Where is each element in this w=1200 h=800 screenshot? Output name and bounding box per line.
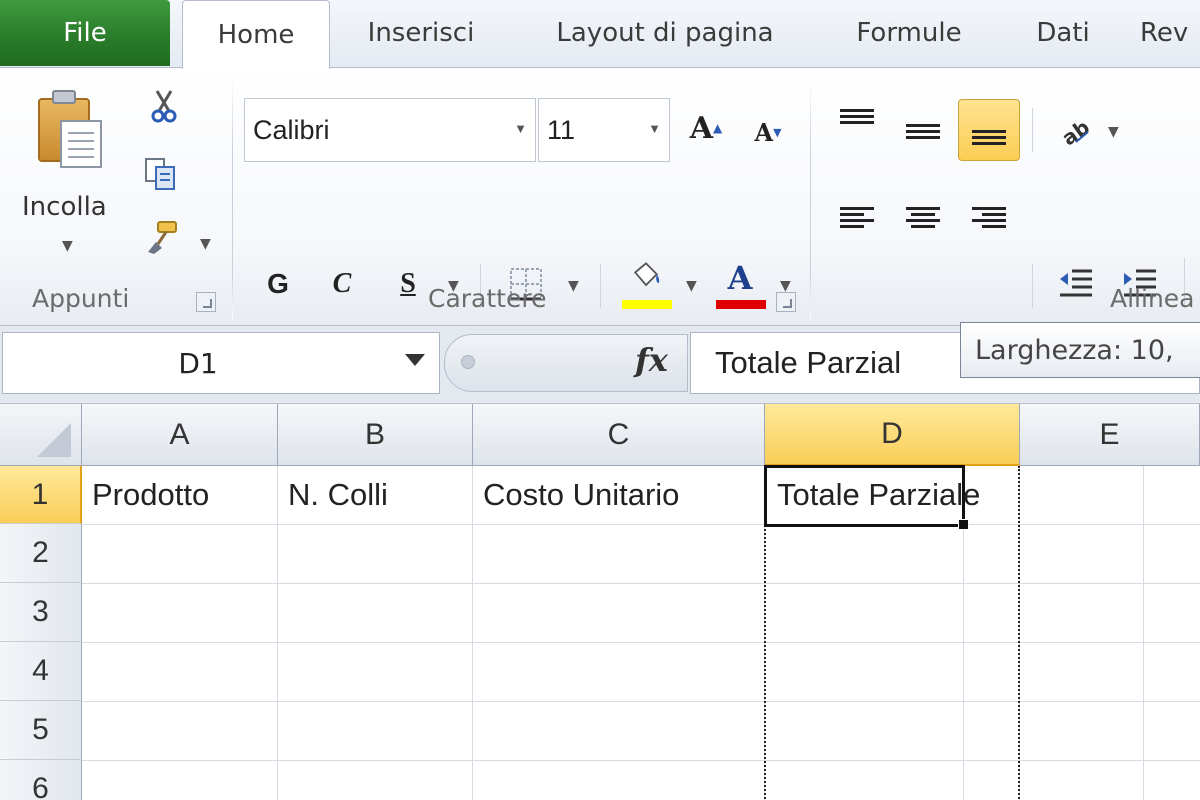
gridline xyxy=(82,642,1200,643)
underline-button[interactable]: S xyxy=(388,264,428,304)
formula-controls: fx xyxy=(444,334,688,392)
separator xyxy=(1032,264,1033,308)
clipboard-launcher-icon[interactable] xyxy=(196,292,216,312)
expand-handle-icon[interactable] xyxy=(461,355,475,369)
column-header-e[interactable]: E xyxy=(1020,404,1200,466)
font-name-dropdown-icon[interactable]: ▼ xyxy=(514,121,527,136)
name-box-value: D1 xyxy=(178,346,218,380)
shrink-font-button[interactable]: A ▼ xyxy=(748,112,788,152)
borders-dropdown-icon[interactable]: ▼ xyxy=(568,278,579,294)
copy-dropdown-icon[interactable]: ▼ xyxy=(200,236,211,252)
row-header-3[interactable]: 3 xyxy=(0,583,82,642)
tab-file[interactable]: File xyxy=(0,0,170,66)
decrease-indent-icon[interactable] xyxy=(1058,264,1094,300)
tab-insert[interactable]: Inserisci xyxy=(346,0,496,66)
row-header-6[interactable]: 6 xyxy=(0,760,82,800)
gridline xyxy=(82,524,1200,525)
font-group-label: Carattere xyxy=(428,284,547,313)
cell-a1[interactable]: Prodotto xyxy=(82,466,278,524)
cell-c1[interactable]: Costo Unitario xyxy=(473,466,765,524)
tab-data[interactable]: Dati xyxy=(1020,0,1106,66)
paste-dropdown-icon[interactable]: ▼ xyxy=(62,238,73,254)
clipboard-group-label: Appunti xyxy=(32,284,130,313)
align-right-button[interactable] xyxy=(958,186,1020,248)
shrink-font-label: A xyxy=(754,117,774,147)
tab-review[interactable]: Rev xyxy=(1140,0,1200,66)
italic-button[interactable]: C xyxy=(322,264,362,304)
alignment-group-label: Allinea xyxy=(1110,284,1195,313)
copy-icon[interactable] xyxy=(144,156,180,192)
select-all-button[interactable] xyxy=(0,404,82,466)
gridline xyxy=(82,760,1200,761)
font-launcher-icon[interactable] xyxy=(776,292,796,312)
font-name-value: Calibri xyxy=(253,114,330,145)
orientation-icon[interactable]: ab xyxy=(1056,112,1092,148)
align-top-button[interactable] xyxy=(826,92,888,154)
separator xyxy=(1032,108,1033,152)
column-width-tooltip: Larghezza: 10, xyxy=(960,322,1200,378)
cell-b1[interactable]: N. Colli xyxy=(278,466,473,524)
tab-home[interactable]: Home xyxy=(182,0,330,69)
fill-color-dropdown-icon[interactable]: ▼ xyxy=(686,278,697,294)
svg-text:ab: ab xyxy=(1057,115,1092,148)
grow-font-button[interactable]: A ▲ xyxy=(684,108,728,148)
name-box-dropdown-icon[interactable] xyxy=(405,354,425,366)
group-divider xyxy=(232,76,233,321)
font-name-box[interactable]: Calibri ▼ xyxy=(244,98,536,162)
fill-color-icon[interactable] xyxy=(628,258,664,294)
row-header-5[interactable]: 5 xyxy=(0,701,82,760)
separator xyxy=(600,264,601,308)
row-header-4[interactable]: 4 xyxy=(0,642,82,701)
font-size-box[interactable]: 11 ▼ xyxy=(538,98,670,162)
name-box[interactable]: D1 xyxy=(2,332,440,394)
column-header-a[interactable]: A xyxy=(82,404,278,466)
font-color-button[interactable]: A xyxy=(716,258,764,298)
ribbon: Incolla ▼ ▼ Appunti Calibri ▼ 11 ▼ A ▲ A ▼ xyxy=(0,68,1200,326)
row-header-1[interactable]: 1 xyxy=(0,466,82,524)
ribbon-tabstrip: File Home Inserisci Layout di pagina For… xyxy=(0,0,1200,69)
cut-icon[interactable] xyxy=(146,88,182,124)
align-center-button[interactable] xyxy=(892,186,954,248)
font-color-swatch xyxy=(716,300,766,309)
gridline xyxy=(1143,466,1144,800)
column-header-b[interactable]: B xyxy=(278,404,473,466)
column-header-c[interactable]: C xyxy=(473,404,765,466)
insert-function-button[interactable]: fx xyxy=(635,341,668,379)
align-middle-button[interactable] xyxy=(892,100,954,162)
worksheet-grid: A B C D E 1 2 3 4 5 6 Prodotto N. Colli … xyxy=(0,404,1200,800)
format-painter-icon[interactable] xyxy=(144,220,180,256)
column-header-d[interactable]: D xyxy=(765,404,1020,466)
cell-d1[interactable]: Totale Parziale xyxy=(767,466,1067,524)
group-divider xyxy=(810,76,811,321)
row-header-2[interactable]: 2 xyxy=(0,524,82,583)
tab-page-layout[interactable]: Layout di pagina xyxy=(528,0,802,66)
gridline xyxy=(82,701,1200,702)
fill-color-swatch xyxy=(622,300,672,309)
orientation-dropdown-icon[interactable]: ▼ xyxy=(1108,124,1119,140)
align-left-button[interactable] xyxy=(826,186,888,248)
gridline xyxy=(82,583,1200,584)
font-size-value: 11 xyxy=(547,114,576,145)
align-bottom-button[interactable] xyxy=(958,99,1020,161)
font-size-dropdown-icon[interactable]: ▼ xyxy=(648,121,661,136)
paste-icon[interactable] xyxy=(38,90,104,168)
paste-button-label[interactable]: Incolla xyxy=(22,192,107,222)
grow-font-label: A xyxy=(689,110,714,146)
tab-formulas[interactable]: Formule xyxy=(836,0,982,66)
bold-button[interactable]: G xyxy=(258,264,298,304)
